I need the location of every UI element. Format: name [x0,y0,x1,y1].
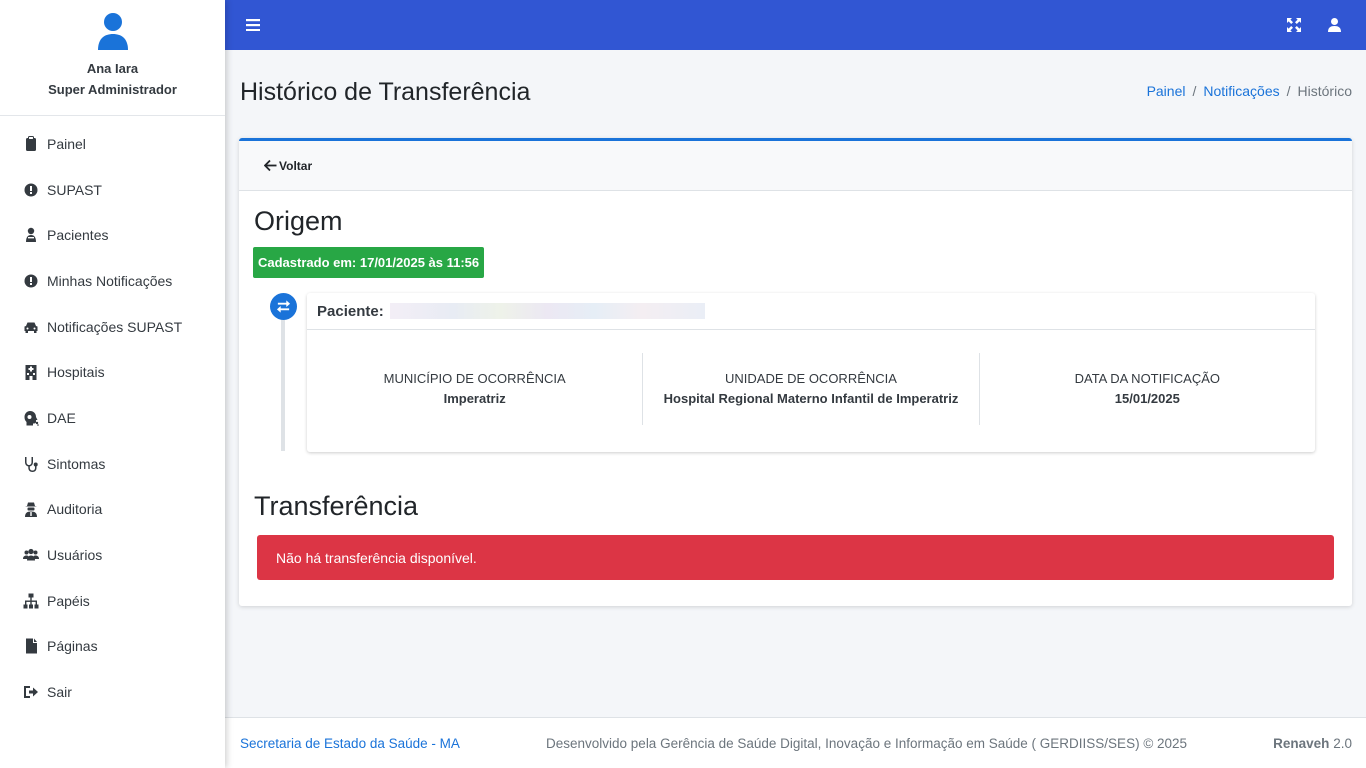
stat-value: 15/01/2025 [1114,391,1180,406]
breadcrumb-link-painel[interactable]: Painel [1147,83,1186,99]
back-label: Voltar [279,158,313,173]
user-secret-icon [22,500,40,518]
sign-out-icon [22,683,40,701]
sidebar-item-label: Pacientes [47,227,109,244]
sidebar: Ana Iara Super Administrador Painel SUPA… [0,0,225,768]
sidebar-item-label: Notificações SUPAST [47,318,183,335]
sidebar-item-pacientes[interactable]: Pacientes [0,212,225,258]
hamburger-menu-button[interactable] [233,0,273,50]
sidebar-item-papeis[interactable]: Papéis [0,578,225,624]
patient-label: Paciente: [317,302,384,320]
registered-date-badge: Cadastrado em: 17/01/2025 às 11:56 [253,247,485,278]
user-icon [1327,18,1341,32]
stat-label: DATA DA NOTIFICAÇÃO [1074,371,1221,386]
patient-header: Paciente: [307,293,1315,330]
patient-name-redacted [389,303,705,319]
sidebar-item-label: DAE [47,409,76,426]
stat-value: Hospital Regional Materno Infantil de Im… [663,391,959,406]
breadcrumb-link-notificacoes[interactable]: Notificações [1203,83,1279,99]
user-menu-button[interactable] [1314,0,1354,50]
footer-brand: Renaveh 2.0 [1273,736,1352,751]
exclamation-circle-icon [22,181,40,199]
user-panel: Ana Iara Super Administrador [0,0,225,116]
file-icon [22,637,40,655]
sidebar-item-dae[interactable]: DAE [0,395,225,441]
origin-title: Origem [254,206,343,236]
sidebar-item-label: Sair [47,684,72,701]
top-navbar [225,0,1366,50]
sidebar-item-label: Páginas [47,638,98,655]
footer-credits: Desenvolvido pela Gerência de Saúde Digi… [546,735,1188,751]
user-role: Super Administrador [48,82,177,97]
back-button[interactable]: Voltar [264,159,312,173]
breadcrumb-separator: / [1192,83,1197,99]
origin-details-card: Paciente: MUNICÍPIO DE OCORRÊNCIA Impera… [307,293,1315,452]
sidebar-item-paginas[interactable]: Páginas [0,624,225,670]
hamburger-icon [246,19,260,31]
brand-version: 2.0 [1333,735,1352,751]
sidebar-item-supast[interactable]: SUPAST [0,167,225,213]
sidebar-item-usuarios[interactable]: Usuários [0,532,225,578]
transfer-title: Transferência [254,491,419,521]
user-avatar-icon [97,13,128,50]
stat-data-notificacao: DATA DA NOTIFICAÇÃO 15/01/2025 [978,353,1315,425]
transfer-history-card: Voltar Origem Cadastrado em: 17/01/2025 … [239,138,1352,606]
exchange-icon [276,300,291,313]
user-injured-icon [22,226,40,244]
origin-stats: MUNICÍPIO DE OCORRÊNCIA Imperatriz UNIDA… [307,353,1315,425]
stat-value: Imperatriz [443,391,506,406]
stat-unidade: UNIDADE DE OCORRÊNCIA Hospital Regional … [642,353,978,425]
footer: Secretaria de Estado da Saúde - MA Desen… [225,717,1366,768]
sidebar-item-sair[interactable]: Sair [0,669,225,715]
timeline-line [281,301,285,451]
footer-secretaria-link[interactable]: Secretaria de Estado da Saúde - MA [240,736,460,751]
stethoscope-icon [22,455,40,473]
clipboard-icon [22,135,40,153]
stat-label: MUNICÍPIO DE OCORRÊNCIA [383,371,566,386]
exclamation-circle-icon [22,272,40,290]
sidebar-item-label: Sintomas [47,455,106,472]
sidebar-item-label: Usuários [47,547,103,564]
breadcrumb-current: Histórico [1297,83,1352,99]
brand-name: Renaveh [1273,735,1330,751]
stat-label: UNIDADE DE OCORRÊNCIA [725,371,897,386]
sidebar-item-hospitais[interactable]: Hospitais [0,349,225,395]
sitemap-icon [22,592,40,610]
user-name: Ana Iara [86,61,139,76]
card-header: Voltar [239,141,1352,191]
sidebar-item-label: Hospitais [47,364,105,381]
expand-icon [1287,18,1301,32]
sidebar-item-minhas-notificacoes[interactable]: Minhas Notificações [0,258,225,304]
no-transfer-alert: Não há transferência disponível. [257,535,1334,580]
sidebar-item-label: Minhas Notificações [47,272,173,289]
sidebar-item-label: Papéis [47,592,90,609]
sidebar-item-painel[interactable]: Painel [0,121,225,167]
sidebar-nav: Painel SUPAST Pacientes Minhas Notificaç… [0,116,225,715]
timeline-exchange-icon [270,293,297,320]
sidebar-item-sintomas[interactable]: Sintomas [0,441,225,487]
sidebar-item-auditoria[interactable]: Auditoria [0,487,225,533]
sidebar-item-label: SUPAST [47,181,102,198]
breadcrumb-separator: / [1286,83,1291,99]
stat-municipio: MUNICÍPIO DE OCORRÊNCIA Imperatriz [307,353,642,425]
hospital-icon [22,363,40,381]
fullscreen-button[interactable] [1274,0,1314,50]
breadcrumb: Painel / Notificações / Histórico [1147,83,1352,99]
head-virus-icon [22,409,40,427]
car-icon [22,318,40,336]
page-title: Histórico de Transferência [240,78,531,106]
users-icon [22,546,40,564]
sidebar-item-notificacoes-supast[interactable]: Notificações SUPAST [0,304,225,350]
sidebar-item-label: Auditoria [47,501,103,518]
sidebar-item-label: Painel [47,135,86,152]
arrow-left-icon [264,159,277,172]
